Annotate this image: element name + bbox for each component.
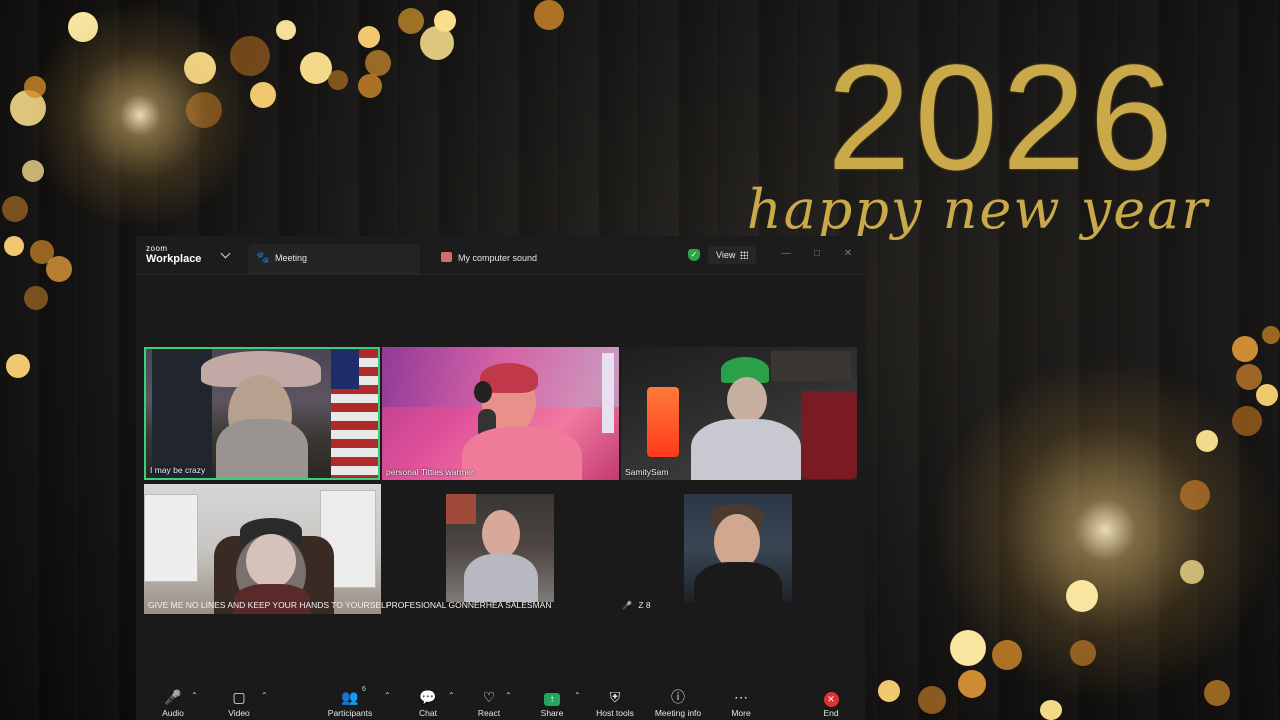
share-button[interactable]: ↑ Share: [538, 688, 566, 718]
heart-icon: ♡: [482, 689, 496, 705]
minimize-icon[interactable]: —: [780, 248, 792, 260]
paw-icon: 🐾: [256, 252, 270, 264]
video-tile-7[interactable]: [684, 494, 792, 602]
close-icon[interactable]: ✕: [842, 248, 854, 260]
participant-name: Z 8: [638, 600, 651, 610]
audio-caret-icon[interactable]: ⌃: [191, 691, 198, 700]
participants-button[interactable]: 👥 Participants: [324, 688, 376, 718]
host-tools-button[interactable]: ⛨ Host tools: [594, 688, 636, 718]
view-label: View: [716, 250, 736, 260]
audio-button[interactable]: 🎤 Audio: [158, 688, 188, 718]
microphone-icon: 🎤: [164, 689, 182, 705]
participants-icon: 👥: [341, 689, 359, 705]
view-button[interactable]: View: [708, 246, 756, 264]
participant-name-muted: 🎤 Z 8: [622, 600, 651, 610]
year-title: 2026: [827, 33, 1177, 201]
share-arrow-icon: ↑: [544, 693, 560, 706]
chat-icon: 💬: [419, 689, 437, 705]
share-caret-icon[interactable]: ⌃: [574, 691, 581, 700]
meeting-info-button[interactable]: ⓘ Meeting info: [650, 688, 706, 718]
mic-muted-icon: 🎤: [622, 601, 632, 610]
video-tile-1[interactable]: I may be crazy: [144, 347, 380, 480]
chat-caret-icon[interactable]: ⌃: [448, 691, 455, 700]
zoom-window: zoom Workplace 🐾 Meeting My computer sou…: [136, 236, 865, 720]
end-call-icon: ✕: [823, 692, 839, 707]
info-icon: ⓘ: [671, 689, 685, 705]
title-bar: zoom Workplace 🐾 Meeting My computer sou…: [136, 236, 865, 275]
video-camera-icon: ▢: [232, 689, 246, 705]
shield-icon: ⛨: [609, 689, 621, 705]
react-button[interactable]: ♡ React: [476, 688, 502, 718]
participant-name: personal Titties warmer: [386, 467, 474, 477]
zoom-logo: zoom Workplace: [146, 244, 202, 265]
shield-check-icon[interactable]: ✓: [688, 249, 700, 261]
participant-name: PROFESIONAL GONNERHEA SALESMAN: [386, 600, 552, 610]
participants-caret-icon[interactable]: ⌃: [384, 691, 391, 700]
react-caret-icon[interactable]: ⌃: [505, 691, 512, 700]
more-dots-icon: ⋯: [734, 689, 748, 705]
video-tile-5[interactable]: [446, 494, 554, 602]
video-button[interactable]: ▢ Video: [224, 688, 254, 718]
video-tile-2[interactable]: personal Titties warmer: [382, 347, 619, 480]
participants-count: 6: [362, 686, 366, 693]
end-button[interactable]: ✕ End: [820, 688, 842, 718]
more-button[interactable]: ⋯ More: [728, 688, 754, 718]
tab-meeting[interactable]: 🐾 Meeting: [248, 244, 420, 274]
video-tile-3[interactable]: SamitySam: [621, 347, 857, 480]
video-tile-4[interactable]: [144, 484, 381, 614]
participant-name: SamitySam: [625, 467, 669, 477]
greeting-text: happy new year: [746, 178, 1210, 241]
computer-sound-icon: [441, 252, 452, 262]
grid-icon: [740, 251, 748, 259]
chevron-down-icon[interactable]: [220, 248, 231, 259]
tab-computer-sound-label: My computer sound: [458, 253, 538, 263]
meeting-toolbar: 🎤 Audio ⌃ ▢ Video ⌃ 👥 Participants 6 ⌃ 💬…: [136, 684, 865, 720]
chat-button[interactable]: 💬 Chat: [416, 688, 440, 718]
video-caret-icon[interactable]: ⌃: [261, 691, 268, 700]
participant-name: I may be crazy: [150, 465, 206, 475]
tab-meeting-label: Meeting: [275, 253, 308, 263]
participant-name: GIVE ME NO LINES AND KEEP YOUR HANDS TO …: [148, 600, 391, 610]
maximize-icon[interactable]: □: [811, 248, 823, 260]
